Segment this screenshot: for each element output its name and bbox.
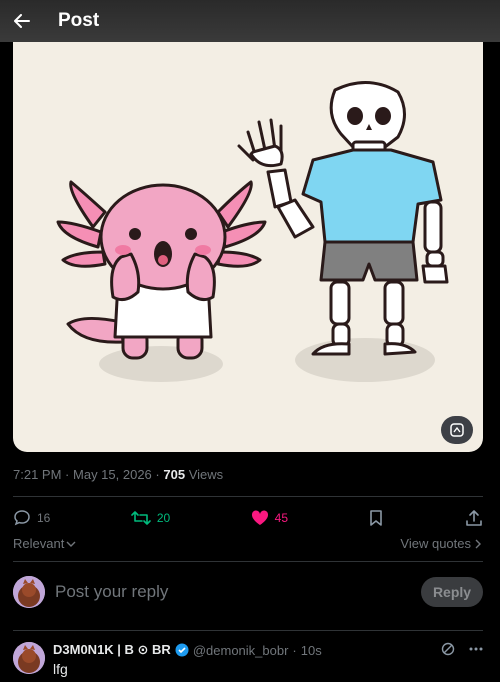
reply-tools	[441, 642, 483, 656]
commenter-avatar-image	[13, 642, 45, 674]
bookmark-action[interactable]	[368, 509, 384, 527]
reply-button[interactable]: Reply	[421, 577, 483, 607]
reply-action[interactable]: 16	[13, 509, 50, 527]
post-time: 7:21 PM	[13, 467, 62, 482]
top-bar: Post	[0, 0, 500, 42]
like-count: 45	[274, 511, 289, 525]
like-action[interactable]: 45	[251, 510, 288, 526]
share-icon	[466, 510, 482, 526]
sort-dropdown[interactable]: Relevant	[13, 536, 76, 551]
avatar[interactable]	[13, 576, 45, 608]
divider	[13, 561, 483, 562]
reply-input[interactable]: Post your reply	[55, 582, 421, 602]
verified-badge-icon	[175, 643, 189, 657]
page-title: Post	[58, 10, 100, 31]
user-avatar-image	[13, 576, 45, 608]
arrow-left-icon	[14, 14, 30, 28]
display-name[interactable]: D3M0N1K | B ⊙ BR	[53, 642, 171, 658]
sort-label: Relevant	[13, 536, 65, 551]
reply-header: D3M0N1K | B ⊙ BR @demonik_bobr · 10s	[53, 642, 322, 658]
user-handle[interactable]: @demonik_bobr	[193, 643, 289, 658]
views-count: 705	[163, 467, 186, 482]
view-quotes-label: View quotes	[400, 536, 471, 551]
post-meta: 7:21 PM · May 15, 2026 · 705 Views	[13, 467, 224, 482]
grok-icon[interactable]	[441, 642, 455, 656]
reply-composer: Post your reply Reply	[13, 575, 483, 609]
divider	[13, 630, 483, 631]
post-image[interactable]	[13, 42, 483, 452]
chevron-right-icon	[475, 539, 481, 548]
bookmark-icon	[370, 510, 383, 526]
repost-icon	[131, 511, 151, 525]
illustration	[56, 80, 449, 382]
reply-text: lfg	[53, 661, 68, 677]
repost-action[interactable]: 20	[131, 509, 170, 527]
back-button[interactable]	[12, 11, 32, 31]
reply-time: 10s	[300, 642, 322, 658]
repost-count: 20	[156, 511, 171, 525]
share-action[interactable]	[465, 509, 483, 527]
post-date: May 15, 2026	[73, 467, 152, 482]
chevron-down-icon	[66, 541, 76, 547]
comment-icon	[14, 510, 30, 526]
heart-icon	[251, 510, 268, 525]
alt-text-button[interactable]	[441, 416, 473, 444]
action-bar: 16 20 45	[13, 505, 483, 531]
avatar[interactable]	[13, 642, 45, 674]
view-quotes-link[interactable]: View quotes	[400, 536, 482, 551]
more-icon[interactable]	[469, 647, 483, 651]
divider	[13, 496, 483, 497]
alt-text-icon	[450, 423, 464, 437]
reply-count: 16	[37, 511, 51, 525]
views-label: Views	[188, 467, 224, 482]
